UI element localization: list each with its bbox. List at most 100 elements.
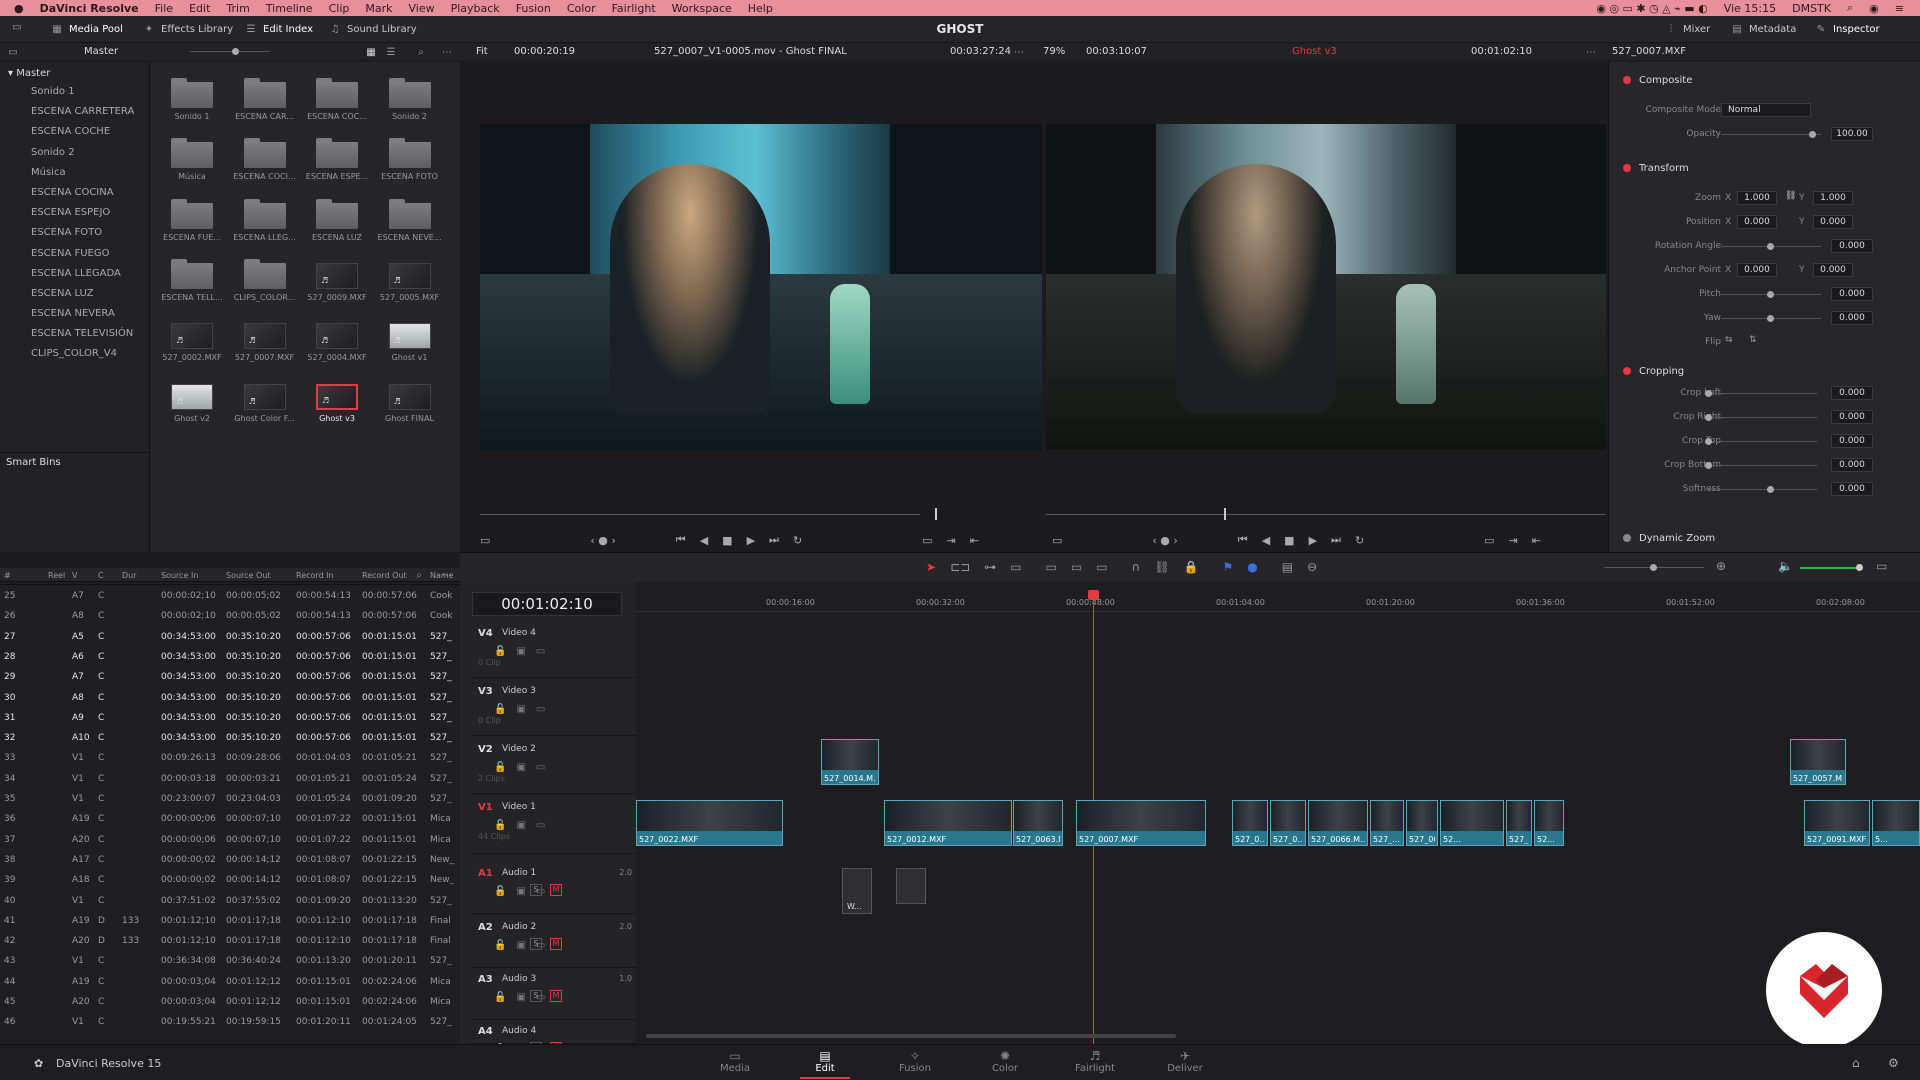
jog-icon[interactable]: ‹ ● › <box>1152 534 1177 547</box>
track-header[interactable]: A1 Audio 1 🔓▣▭ 2.0 S M <box>470 862 636 914</box>
blade-tool-icon[interactable]: ▭ <box>1010 560 1021 574</box>
audio-meter-icon[interactable]: ▭ <box>1876 559 1887 573</box>
softness-slider[interactable] <box>1707 489 1817 490</box>
timeline-clip[interactable]: 527_0057.M... <box>1790 739 1846 785</box>
match-frame-icon[interactable]: ▭ <box>1484 534 1494 547</box>
bin-item[interactable]: ESCENA FUEGO <box>0 244 150 264</box>
media-tile[interactable]: Sonido 2 <box>372 70 444 130</box>
search-icon[interactable]: ⌕ <box>414 45 428 59</box>
crop-right-slider[interactable] <box>1707 417 1817 418</box>
menu-timeline[interactable]: Timeline <box>266 2 313 15</box>
edl-column-header[interactable]: Name <box>430 571 454 580</box>
media-tile[interactable]: ♬ Ghost v1 <box>372 311 444 371</box>
edl-column-header[interactable]: Source Out <box>226 571 271 580</box>
edl-column-header[interactable]: Record In <box>296 571 334 580</box>
anchor-y-field[interactable]: 0.000 <box>1813 263 1853 277</box>
page-tab-edit[interactable]: ▤ Edit <box>790 1049 860 1079</box>
solo-button[interactable]: S <box>530 938 542 950</box>
edit-index-button[interactable]: ☰ Edit Index <box>236 18 321 40</box>
table-row[interactable]: 32 A10 C 00:34:53:00 00:35:10:20 00:00:57:06 0… <box>0 728 460 748</box>
menu-file[interactable]: File <box>155 2 173 15</box>
flag-icon[interactable]: ⚑ <box>1223 560 1234 574</box>
source-more-icon[interactable]: ⋯ <box>1012 45 1026 59</box>
timeline-clip[interactable]: 527_0014.M... <box>821 739 879 785</box>
mixer-button[interactable]: ⫶ Mixer <box>1656 18 1718 40</box>
track-controls[interactable]: 🔓▣▭ <box>494 992 555 1003</box>
dynamic-zoom-section-header[interactable]: Dynamic Zoom <box>1609 528 1920 548</box>
track-controls[interactable]: 🔓▣▭ <box>494 886 555 897</box>
more-icon[interactable]: ⋯ <box>440 45 454 59</box>
siri-icon[interactable]: ◉ <box>1869 2 1879 15</box>
bin-item[interactable]: Sonido 1 <box>0 82 150 102</box>
timeline-clip[interactable]: 5... <box>1872 800 1920 846</box>
table-row[interactable]: 25 A7 C 00:00:02;10 00:00:05;02 00:00:54:13 00… <box>0 586 460 606</box>
media-tile[interactable]: ESCENA TELL... <box>154 251 226 311</box>
table-row[interactable]: 35 V1 C 00:23:00:07 00:23:04:03 00:01:05:24 00… <box>0 789 460 809</box>
skip-forward-icon[interactable]: ⏭ <box>1331 533 1341 547</box>
zoom-out-icon[interactable]: ⊖ <box>1307 560 1317 574</box>
transform-section-header[interactable]: Transform <box>1609 158 1920 178</box>
bin-item[interactable]: Música <box>0 163 150 183</box>
track-controls[interactable]: 🔓▣▭ <box>494 820 555 831</box>
enable-dot-icon[interactable] <box>1623 367 1631 375</box>
source-clip-name[interactable]: 527_0007_V1-0005.mov - Ghost FINAL <box>654 46 847 57</box>
zoom-x-field[interactable]: 1.000 <box>1737 191 1777 205</box>
position-x-field[interactable]: 0.000 <box>1737 215 1777 229</box>
timeline-name[interactable]: Ghost v3 <box>1292 46 1337 57</box>
media-tile[interactable]: ♬ Ghost FINAL <box>372 372 444 432</box>
crop-right-field[interactable]: 0.000 <box>1831 410 1873 424</box>
media-tile[interactable]: ESCENA LLEG... <box>227 191 299 251</box>
table-row[interactable]: 43 V1 C 00:36:34:08 00:36:40:24 00:01:13:20 00… <box>0 951 460 971</box>
mark-in-icon[interactable]: ⇥ <box>947 534 956 547</box>
skip-forward-icon[interactable]: ⏭ <box>769 533 779 547</box>
menu-color[interactable]: Color <box>567 2 596 15</box>
timeline-timecode[interactable]: 00:01:02:10 <box>472 592 622 616</box>
playhead-handle-icon[interactable] <box>1088 590 1099 600</box>
table-row[interactable]: 34 V1 C 00:00:03:18 00:00:03:21 00:01:05:21 00… <box>0 769 460 789</box>
page-tab-color[interactable]: ✺ Color <box>970 1049 1040 1079</box>
table-row[interactable]: 30 A8 C 00:34:53:00 00:35:10:20 00:00:57:06 00… <box>0 688 460 708</box>
table-row[interactable]: 27 A5 C 00:34:53:00 00:35:10:20 00:00:57:06 00… <box>0 627 460 647</box>
mute-button[interactable]: M <box>550 938 562 950</box>
crop-left-field[interactable]: 0.000 <box>1831 386 1873 400</box>
edl-column-header[interactable]: C <box>98 571 104 580</box>
table-row[interactable]: 45 A20 C 00:00:03;04 00:01:12;12 00:01:15:01 0… <box>0 992 460 1012</box>
overwrite-clip-icon[interactable]: ▭ <box>1071 560 1082 574</box>
menu-playback[interactable]: Playback <box>451 2 500 15</box>
bin-item[interactable]: Sonido 2 <box>0 143 150 163</box>
track-controls[interactable]: 🔓▣▭ <box>494 762 555 773</box>
inspector-button[interactable]: ✎ Inspector <box>1806 18 1888 40</box>
flip-vertical-icon[interactable]: ⇅ <box>1749 335 1757 345</box>
timeline-clip[interactable]: 527_0022.MXF <box>636 800 783 846</box>
clock[interactable]: Vie 15:15 <box>1724 2 1776 15</box>
jog-icon[interactable]: ‹ ● › <box>590 534 615 547</box>
position-y-field[interactable]: 0.000 <box>1813 215 1853 229</box>
metadata-button[interactable]: ▤ Metadata <box>1722 18 1804 40</box>
mark-in-icon[interactable]: ⇥ <box>1509 534 1518 547</box>
timeline-clip[interactable]: 527_... <box>1506 800 1532 846</box>
notification-icon[interactable]: ≡ <box>1895 2 1904 15</box>
timeline-clip[interactable]: 527_0040.M... <box>1406 800 1438 846</box>
track-header[interactable]: V1 Video 1 🔓▣▭ 44 Clips <box>470 796 636 854</box>
bin-item[interactable]: ESCENA COCHE <box>0 122 150 142</box>
composite-mode-select[interactable]: Normal <box>1721 103 1811 117</box>
zoom-in-icon[interactable]: ⊕ <box>1716 559 1726 573</box>
media-tile[interactable]: ESCENA CAR... <box>227 70 299 130</box>
mute-button[interactable]: M <box>550 990 562 1002</box>
timeline-clip[interactable]: 527_0... <box>1232 800 1268 846</box>
media-tile[interactable]: ♬ Ghost v2 <box>154 372 226 432</box>
crop-bottom-field[interactable]: 0.000 <box>1831 458 1873 472</box>
insert-clip-icon[interactable]: ▭ <box>1046 560 1057 574</box>
edl-column-header[interactable]: V <box>72 571 77 580</box>
grid-view-icon[interactable]: ▦ <box>364 45 378 59</box>
mute-button[interactable]: M <box>550 884 562 896</box>
bin-item[interactable]: ESCENA FOTO <box>0 223 150 243</box>
menu-workspace[interactable]: Workspace <box>672 2 732 15</box>
bin-item[interactable]: ESCENA TELEVISIÓN <box>0 324 150 344</box>
source-viewer-image[interactable] <box>480 124 1042 450</box>
solo-button[interactable]: S <box>530 884 542 896</box>
opacity-field[interactable]: 100.00 <box>1831 127 1873 141</box>
bin-item[interactable]: ESCENA NEVERA <box>0 304 150 324</box>
table-row[interactable]: 46 V1 C 00:19:55:21 00:19:59:15 00:01:20:11 00… <box>0 1012 460 1032</box>
search-icon[interactable]: ⌕ <box>1847 1 1853 15</box>
